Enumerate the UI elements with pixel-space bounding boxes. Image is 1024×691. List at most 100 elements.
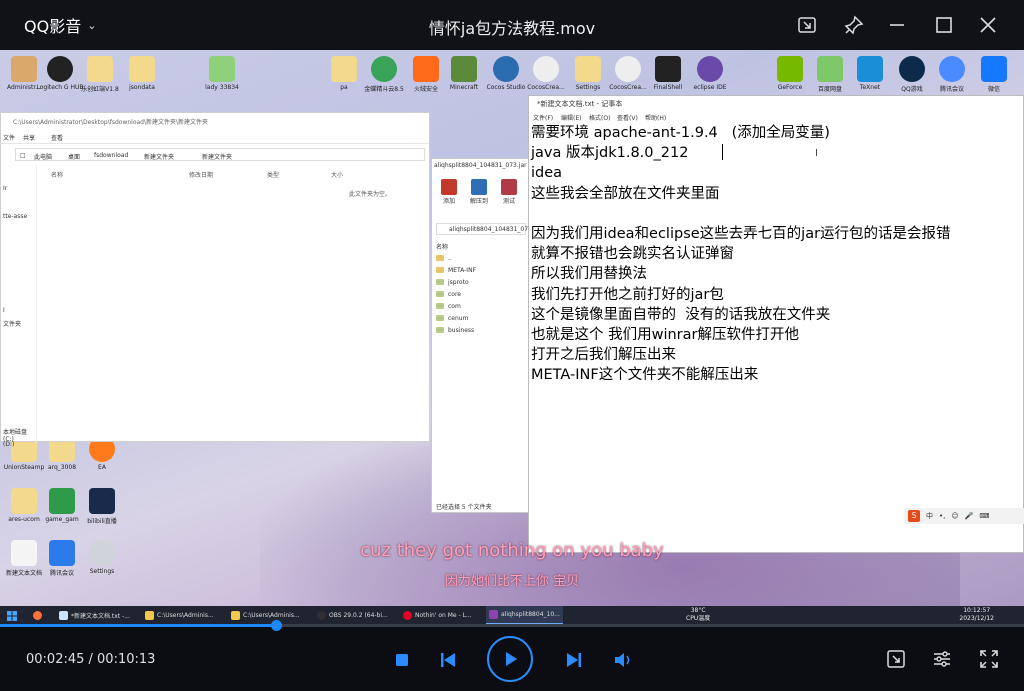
column-header-name[interactable]: 名称 (51, 170, 63, 179)
extract-to-button[interactable]: 解压到 (468, 179, 490, 205)
desktop-icon: 腾讯会议 (928, 56, 976, 93)
keyboard-icon: ⌨ (979, 512, 990, 520)
text-line: 这些我会全部放在文件夹里面 (531, 185, 720, 202)
explorer-tab[interactable]: 文件 (3, 133, 15, 142)
menu-file[interactable]: 文件(F) (533, 113, 553, 122)
netease-music-icon (403, 611, 412, 620)
windows-taskbar: *新建文本文档.txt -... C:\Users\Adminis... C:\… (0, 606, 1024, 625)
explorer-address-bar[interactable]: □ 此电脑 桌面 fsdownload 新建文件夹 新建文件夹 (15, 148, 425, 161)
subtitle-chinese: 因为她们比不上你 宝贝 (444, 574, 580, 589)
add-button[interactable]: 添加 (438, 179, 460, 205)
mini-mode-button[interactable] (792, 10, 822, 40)
folder-icon (145, 611, 154, 620)
taskbar-window-explorer[interactable]: C:\Users\Adminis... (228, 606, 303, 625)
list-item[interactable]: META-INF (436, 265, 476, 275)
taskbar-window-obs[interactable]: OBS 29.0.2 (64-bi... (314, 606, 391, 625)
fullscreen-icon (980, 650, 998, 668)
text-line: META-INF这个文件夹不能解压出来 (531, 367, 759, 384)
desktop-icon: 金蝶精斗云8.5 (360, 56, 408, 93)
seek-bar[interactable] (0, 620, 1024, 631)
breadcrumb-item[interactable]: 桌面 (68, 152, 80, 161)
punctuation-icon: •, (939, 512, 946, 520)
breadcrumb-item[interactable]: 此电脑 (34, 152, 52, 161)
column-header-size[interactable]: 大小 (331, 170, 343, 179)
menu-help[interactable]: 帮助(H) (645, 113, 666, 122)
play-icon (506, 652, 517, 666)
previous-button[interactable] (437, 649, 459, 671)
notepad-window[interactable]: *新建文本文档.txt - 记事本 文件(F) 编辑(E) 格式(O) 查看(V… (528, 95, 1024, 553)
fullscreen-button[interactable] (977, 647, 1001, 671)
menu-view[interactable]: 查看(V) (617, 113, 638, 122)
nav-item[interactable]: I (3, 307, 5, 314)
taskbar-window-notepad[interactable]: *新建文本文档.txt -... (56, 606, 133, 625)
list-item[interactable]: jsproto (436, 277, 469, 287)
text-line: 所以我们用替换法 (531, 266, 647, 283)
folder-icon: □ (20, 152, 26, 159)
text-line: 也就是这个 我们用winrar解压软件打开他 (531, 327, 799, 344)
nav-item[interactable]: (D:) (3, 441, 14, 448)
pin-button[interactable] (839, 10, 869, 40)
breadcrumb-item[interactable]: fsdownload (94, 152, 128, 159)
explorer-title-path: C:\Users\Administrator\Desktop\fsdownloa… (13, 119, 209, 126)
video-frame[interactable]: Administr... Logitech G HUB 乐创虹端V1.8 jso… (0, 50, 1024, 625)
folder-icon (436, 291, 444, 297)
system-clock[interactable]: 10:12:57 2023/12/12 (959, 607, 994, 623)
screenshot-button[interactable] (884, 647, 908, 671)
winrar-icon (489, 610, 498, 619)
menu-edit[interactable]: 编辑(E) (561, 113, 581, 122)
menu-format[interactable]: 格式(O) (589, 113, 610, 122)
file-explorer-window[interactable]: C:\Users\Administrator\Desktop\fsdownloa… (0, 112, 430, 448)
list-item[interactable]: business (436, 325, 474, 335)
cpu-temperature: 38°C CPU温度 (686, 607, 711, 622)
video-title: 情怀ja包方法教程.mov (428, 19, 596, 38)
play-button[interactable] (487, 636, 533, 682)
volume-button[interactable] (611, 649, 635, 671)
volume-icon (615, 653, 630, 667)
minimize-button[interactable] (882, 10, 912, 40)
list-item[interactable]: cenum (436, 313, 468, 323)
taskbar-window-winrar[interactable]: aliqhsplit8804_10... (486, 606, 563, 625)
winrar-column-name[interactable]: 名称 (436, 242, 448, 251)
desktop-icon: Minecraft (440, 56, 488, 91)
desktop-icon: lady 33834 (198, 56, 246, 91)
explorer-tab[interactable]: 查看 (51, 133, 63, 142)
next-button[interactable] (563, 649, 585, 671)
folder-icon (436, 267, 444, 273)
nav-item[interactable]: tte-asse (3, 213, 27, 220)
list-item[interactable]: .. (436, 253, 452, 263)
winrar-path-field[interactable]: aliqhsplit8804_104831_073 (436, 223, 532, 235)
start-button[interactable] (4, 606, 20, 625)
taskbar-window-explorer[interactable]: C:\Users\Adminis... (142, 606, 217, 625)
winrar-status-bar: 已经选择 5 个文件夹 (436, 504, 492, 511)
firefox-taskbar-icon[interactable] (30, 606, 45, 625)
player-titlebar: QQ影音 ⌄ 情怀ja包方法教程.mov (0, 0, 1024, 50)
microphone-icon: 🎤 (964, 512, 974, 520)
screen-capture-icon (887, 650, 905, 668)
windows-logo-icon (7, 610, 17, 621)
playback-time: 00:02:45 / 00:10:13 (26, 652, 156, 667)
stop-icon (396, 654, 408, 666)
folder-icon (436, 327, 444, 333)
list-item[interactable]: core (436, 289, 461, 299)
maximize-button[interactable] (929, 10, 959, 40)
test-button[interactable]: 测试 (498, 179, 520, 205)
text-line: 打开之后我们解压出来 (531, 347, 676, 364)
breadcrumb-item[interactable]: 新建文件夹 (144, 152, 174, 161)
nav-item[interactable]: Ir (3, 185, 7, 192)
empty-folder-message: 此文件夹为空。 (349, 191, 392, 198)
close-button[interactable] (973, 10, 1003, 40)
stop-button[interactable] (393, 651, 411, 669)
taskbar-window-music[interactable]: Nothin' on Me - L... (400, 606, 475, 625)
ime-mode-label[interactable]: 中 (926, 511, 933, 521)
settings-button[interactable] (930, 647, 954, 671)
breadcrumb-item[interactable]: 新建文件夹 (202, 152, 232, 161)
nav-item[interactable]: 文件夹 (3, 319, 21, 328)
ime-toolbar[interactable]: S 中 •, ☺ 🎤 ⌨ (904, 508, 1024, 524)
explorer-tab[interactable]: 共享 (23, 133, 35, 142)
list-item[interactable]: com (436, 301, 461, 311)
notepad-text-area[interactable]: 需要环境 apache-ant-1.9.4 (添加全局变量) java 版本jdk… (531, 123, 951, 386)
column-header-type[interactable]: 类型 (267, 170, 279, 179)
column-header-date[interactable]: 修改日期 (189, 170, 213, 179)
desktop-icon: eclipse IDE (686, 56, 734, 91)
winrar-window[interactable]: aliqhsplit8804_104831_073.jar 添加 解压到 测试 … (431, 158, 532, 513)
